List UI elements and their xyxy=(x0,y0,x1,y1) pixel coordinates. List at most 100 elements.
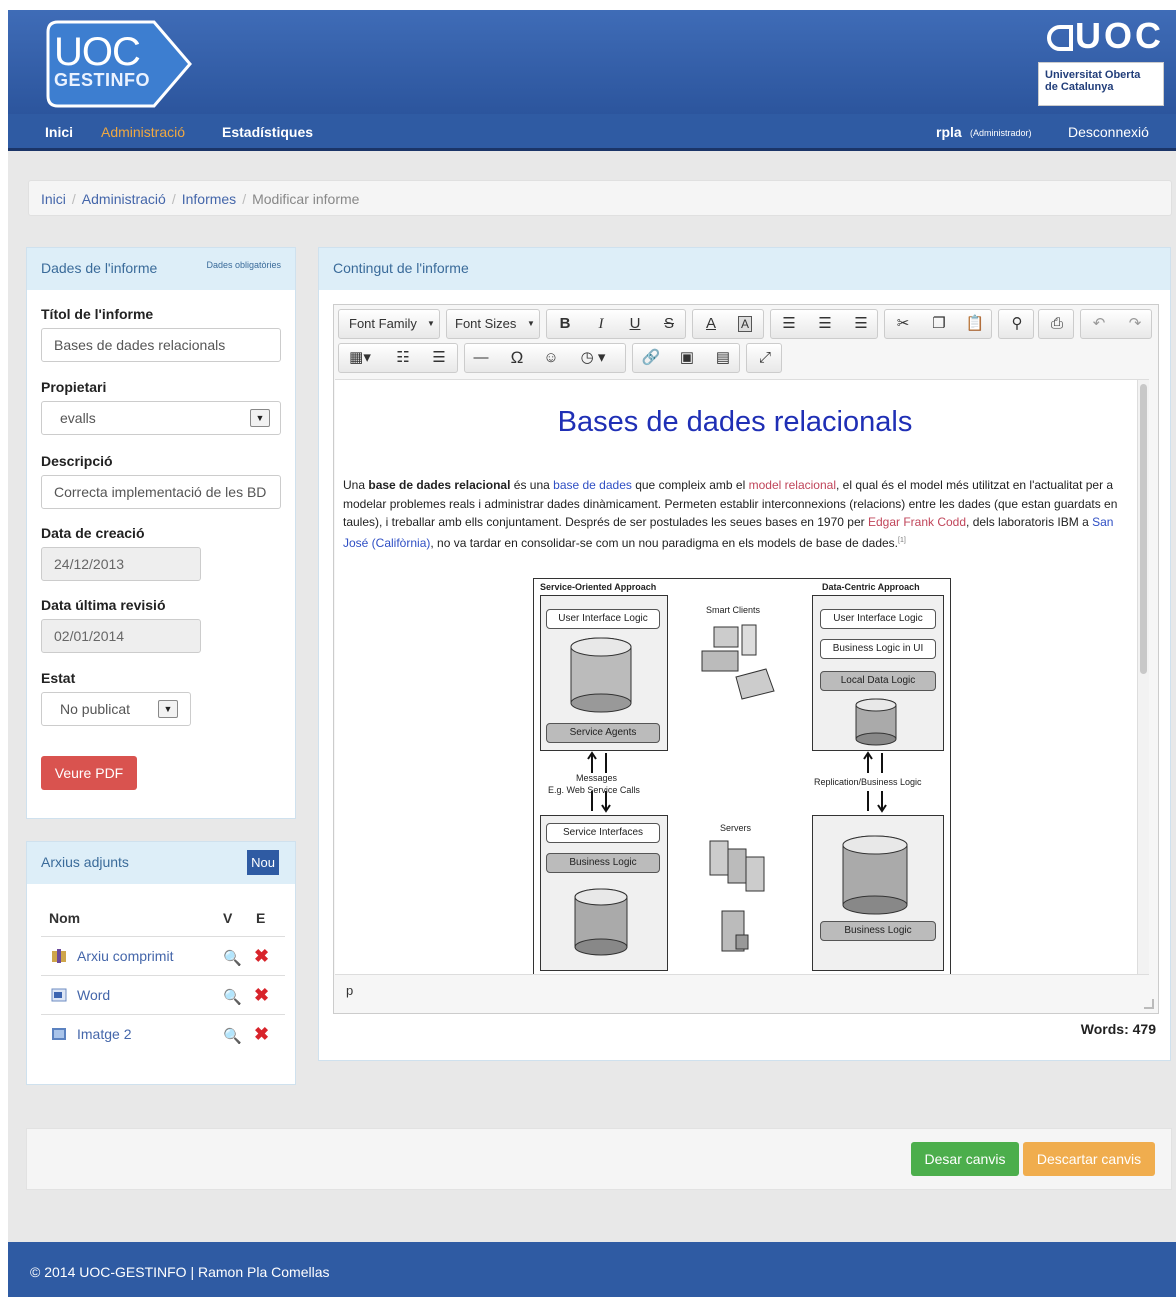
breadcrumb-inici[interactable]: Inici xyxy=(41,191,66,207)
app-window: UOC GESTINFO UOC Universitat Oberta de C… xyxy=(8,10,1176,1297)
attachment-row: Arxiu comprimit 🔍 ✖ xyxy=(41,936,285,975)
new-attachment-button[interactable]: Nou xyxy=(247,850,279,875)
breadcrumb-informes[interactable]: Informes xyxy=(182,191,236,207)
computers-icon xyxy=(701,624,775,700)
owner-dropdown-icon[interactable]: ▼ xyxy=(250,409,270,427)
main-navbar: Inici Administració Estadístiques rpla (… xyxy=(8,114,1176,151)
undo-icon[interactable]: ↶ xyxy=(1087,310,1111,338)
print-button[interactable]: ⎙ xyxy=(1038,309,1074,339)
font-family-dropdown[interactable]: Font Family ▼ xyxy=(338,309,440,339)
clipboard-group: ✂ ❐ 📋 xyxy=(884,309,992,339)
owner-select[interactable]: evalls ▼ xyxy=(41,401,281,435)
text-style-group: B I U S xyxy=(546,309,686,339)
view-zoom-icon[interactable]: 🔍 xyxy=(223,949,242,967)
background-color-icon[interactable]: A xyxy=(735,310,755,338)
discard-changes-button[interactable]: Descartar canvis xyxy=(1023,1142,1155,1176)
delete-icon[interactable]: ✖ xyxy=(254,946,269,967)
user-role: (Administrador) xyxy=(970,128,1032,138)
cut-icon[interactable]: ✂ xyxy=(891,310,915,338)
find-button[interactable]: ⚲ xyxy=(998,309,1034,339)
diagram-left-title: Service-Oriented Approach xyxy=(540,582,657,592)
action-bar: Desar canvis Descartar canvis xyxy=(26,1128,1172,1190)
uoc-brand-mark: UOC xyxy=(1034,18,1164,54)
attachments-panel: Arxius adjunts Nou Nom V E Arxiu comprim… xyxy=(26,841,296,1085)
element-path[interactable]: p xyxy=(346,983,353,998)
word-icon xyxy=(51,988,67,1002)
delete-icon[interactable]: ✖ xyxy=(254,1024,269,1045)
view-zoom-icon[interactable]: 🔍 xyxy=(223,988,242,1006)
media-insert-icon[interactable]: ▤ xyxy=(711,344,735,372)
bullet-list-icon[interactable]: ☷ xyxy=(391,344,415,372)
numbered-list-icon[interactable]: ☰ xyxy=(427,344,451,372)
editor-content-area[interactable]: Bases de dades relacionals Una base de d… xyxy=(335,379,1149,975)
save-changes-button[interactable]: Desar canvis xyxy=(911,1142,1019,1176)
diagram-replication: Replication/Business Logic xyxy=(814,777,922,787)
horizontal-rule-icon[interactable]: — xyxy=(469,344,493,372)
attachment-name[interactable]: Arxiu comprimit xyxy=(77,948,173,964)
nav-item-inici[interactable]: Inici xyxy=(45,124,73,140)
state-label: Estat xyxy=(41,670,76,686)
owner-label: Propietari xyxy=(41,379,107,395)
title-input[interactable]: Bases de dades relacionals xyxy=(41,328,281,362)
italic-icon[interactable]: I xyxy=(591,310,611,338)
align-right-icon[interactable]: ☰ xyxy=(849,310,873,338)
fullscreen-icon: ⤢ xyxy=(758,349,771,366)
diagram-local-data: Local Data Logic xyxy=(820,671,936,691)
link-model-relacional[interactable]: model relacional xyxy=(749,478,836,492)
view-pdf-button[interactable]: Veure PDF xyxy=(41,756,137,790)
redo-icon[interactable]: ↷ xyxy=(1123,310,1147,338)
attachment-name[interactable]: Word xyxy=(77,987,110,1003)
link-icon[interactable]: 🔗 xyxy=(639,344,663,372)
editor-scrollbar[interactable] xyxy=(1137,380,1149,974)
dropdown-caret-icon: ▼ xyxy=(427,319,435,328)
col-edit-header: E xyxy=(256,910,266,926)
nav-item-administracio[interactable]: Administració xyxy=(101,124,185,140)
breadcrumb: Inici / Administració / Informes / Modificar i… xyxy=(28,180,1172,216)
font-sizes-dropdown[interactable]: Font Sizes ▼ xyxy=(446,309,540,339)
attachments-panel-title: Arxius adjunts xyxy=(41,854,129,870)
server-database-icon xyxy=(574,888,628,956)
state-dropdown-icon[interactable]: ▼ xyxy=(158,700,178,718)
link-base-de-dades[interactable]: base de dades xyxy=(553,478,632,492)
history-group: ↶ ↷ xyxy=(1080,309,1152,339)
description-input[interactable]: Correcta implementació de les BD xyxy=(41,475,281,509)
state-select[interactable]: No publicat ▼ xyxy=(41,692,191,726)
attachment-name[interactable]: Imatge 2 xyxy=(77,1026,131,1042)
nav-item-estadistiques[interactable]: Estadístiques xyxy=(222,124,313,140)
emoticon-icon[interactable]: ☺ xyxy=(539,344,563,372)
local-database-icon xyxy=(855,698,897,746)
align-left-icon[interactable]: ☰ xyxy=(777,310,801,338)
logout-link[interactable]: Desconnexió xyxy=(1068,124,1149,140)
special-char-icon[interactable]: Ω xyxy=(505,344,529,372)
bold-icon[interactable]: B xyxy=(555,310,575,338)
breadcrumb-administracio[interactable]: Administració xyxy=(82,191,166,207)
align-center-icon[interactable]: ☰ xyxy=(813,310,837,338)
report-content-panel-title: Contingut de l'informe xyxy=(333,260,469,276)
uoc-square-icon xyxy=(1047,25,1073,52)
color-group: A A xyxy=(692,309,764,339)
paste-icon[interactable]: 📋 xyxy=(963,310,987,338)
link-edgar-codd[interactable]: Edgar Frank Codd xyxy=(868,515,966,529)
report-data-panel: Dades de l'informe Dades obligatòries Tí… xyxy=(26,247,296,819)
insert-group: — Ω ☺ ◷ ▾ xyxy=(464,343,626,373)
user-name[interactable]: rpla xyxy=(936,124,962,140)
description-label: Descripció xyxy=(41,453,113,469)
date-time-icon[interactable]: ◷ ▾ xyxy=(573,344,613,372)
table-icon[interactable]: ▦▾ xyxy=(343,344,377,372)
data-server-database-icon xyxy=(842,835,908,915)
fullscreen-button[interactable]: ⤢ xyxy=(746,343,782,373)
revision-date-input: 02/01/2014 xyxy=(41,619,201,653)
image-insert-icon[interactable]: ▣ xyxy=(675,344,699,372)
diagram-messages: Messages xyxy=(576,773,618,783)
breadcrumb-current: Modificar informe xyxy=(252,191,360,207)
resize-handle-icon[interactable] xyxy=(1144,999,1154,1009)
delete-icon[interactable]: ✖ xyxy=(254,985,269,1006)
strikethrough-icon[interactable]: S xyxy=(659,310,679,338)
underline-icon[interactable]: U xyxy=(625,310,645,338)
copy-icon[interactable]: ❐ xyxy=(927,310,951,338)
editor-scrollbar-thumb[interactable] xyxy=(1140,384,1147,674)
text-color-icon[interactable]: A xyxy=(701,310,721,338)
view-zoom-icon[interactable]: 🔍 xyxy=(223,1027,242,1045)
logo-subtitle: GESTINFO xyxy=(54,70,151,90)
revision-date-label: Data última revisió xyxy=(41,597,166,613)
